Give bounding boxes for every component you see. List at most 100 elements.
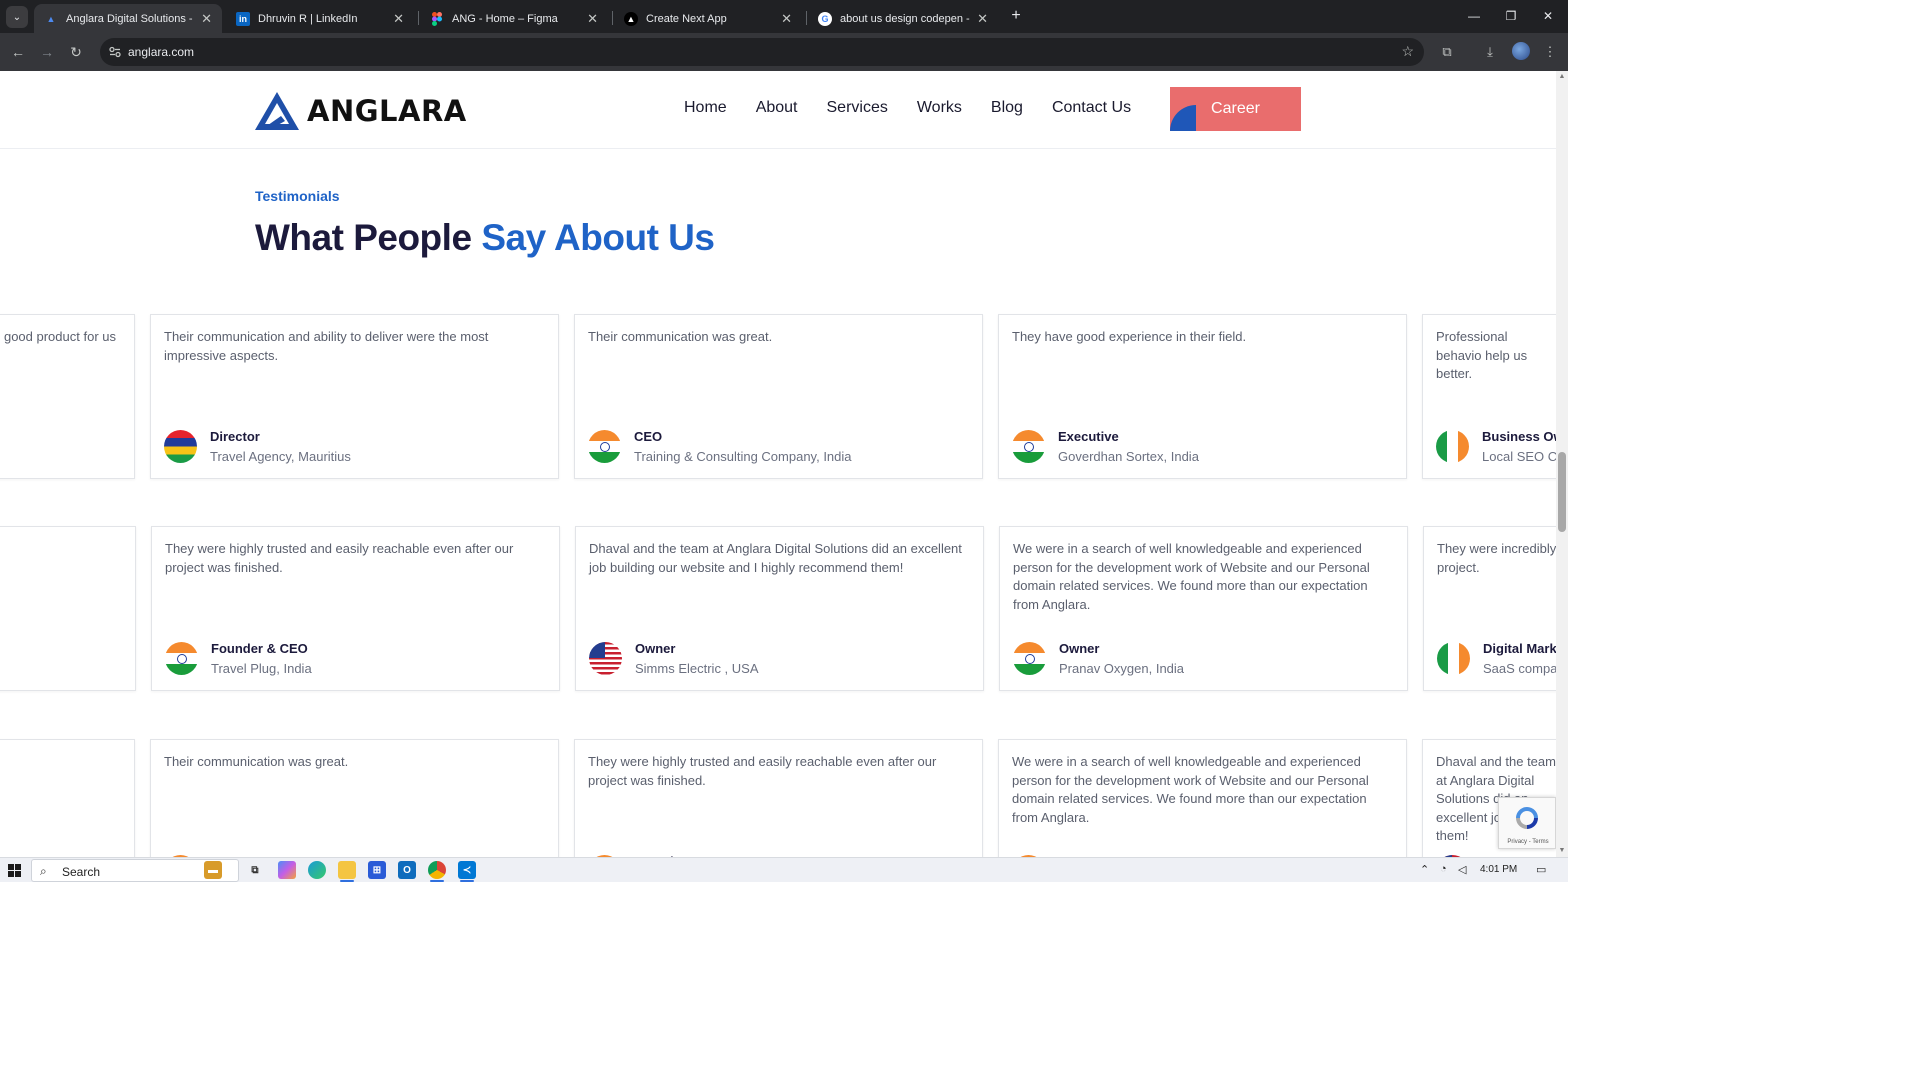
testimonial-quote: Their communication and ability to deliv… [164, 329, 489, 363]
testimonial-quote: They were highly trusted and easily reac… [165, 541, 514, 575]
testimonial-company: Training & Consulting Company, India [634, 449, 852, 464]
profile-avatar[interactable] [1512, 42, 1530, 60]
recaptcha-badge[interactable]: Privacy - Terms [1498, 797, 1556, 849]
search-icon: ⌕ [40, 864, 47, 878]
testimonial-card: They were highly trusted and easily reac… [151, 526, 560, 691]
tab-figma[interactable]: ANG - Home – Figma ✕ [420, 4, 608, 33]
nav-blog[interactable]: Blog [991, 99, 1023, 117]
recaptcha-icon [1516, 807, 1538, 829]
close-icon[interactable]: ✕ [587, 11, 598, 27]
testimonial-card: ia [0, 526, 136, 691]
testimonial-card: Dhaval and the team at Anglara Digital S… [575, 526, 984, 691]
nav-home[interactable]: Home [684, 99, 727, 117]
close-icon[interactable]: ✕ [781, 11, 792, 27]
chevron-up-icon[interactable]: ⌃ [1420, 863, 1429, 876]
briefcase-icon[interactable]: ▬ [204, 861, 222, 879]
volume-icon[interactable]: ◁ [1458, 863, 1466, 876]
section-headline: What People Say About Us [255, 217, 715, 259]
nav-works[interactable]: Works [917, 99, 962, 117]
tab-title: about us design codepen - Goo [840, 12, 971, 25]
close-icon[interactable]: ✕ [977, 11, 988, 27]
tab-google[interactable]: G about us design codepen - Goo ✕ [808, 4, 998, 33]
close-icon[interactable]: ✕ [201, 11, 212, 27]
close-window-button[interactable]: ✕ [1536, 6, 1560, 26]
reload-button[interactable]: ↻ [65, 41, 87, 63]
chrome-icon[interactable] [428, 861, 446, 879]
figma-icon [430, 11, 444, 26]
page-scrollbar[interactable]: ▲ ▼ [1556, 71, 1568, 857]
india-flag-icon [588, 430, 621, 463]
microsoft-store-icon[interactable]: ⊞ [368, 861, 386, 879]
nav-services[interactable]: Services [827, 99, 888, 117]
forward-button[interactable]: → [36, 41, 58, 63]
testimonial-role: CEO [634, 429, 663, 444]
active-indicator [460, 880, 474, 882]
testimonial-card: Their communication was great. CEO [150, 739, 559, 857]
vscode-icon[interactable]: ≺ [458, 861, 476, 879]
wifi-icon[interactable]: ◔ [1440, 863, 1447, 875]
downloads-icon[interactable]: ⤓ [1480, 42, 1500, 62]
site-info-icon[interactable] [108, 45, 122, 59]
testimonial-card: We were in a search of well knowledgeabl… [998, 739, 1407, 857]
close-icon[interactable]: ✕ [393, 11, 404, 27]
address-bar[interactable]: anglara.com ☆ [100, 38, 1424, 66]
section-eyebrow: Testimonials [255, 188, 340, 204]
notifications-icon[interactable]: ▭ [1536, 863, 1546, 876]
nextjs-icon: ▲ [624, 11, 638, 26]
task-view-icon[interactable]: ⧉ [246, 861, 264, 879]
extensions-icon[interactable]: ⧉ [1437, 42, 1457, 62]
system-clock[interactable]: 4:01 PM [1480, 864, 1517, 875]
testimonial-card: Their communication and ability to deliv… [150, 314, 559, 479]
tab-separator [806, 11, 807, 25]
tab-linkedin[interactable]: in Dhruvin R | LinkedIn ✕ [226, 4, 414, 33]
testimonial-role: Business Ow [1482, 429, 1564, 444]
tab-anglara[interactable]: ▲ Anglara Digital Solutions - Web ✕ [34, 4, 222, 33]
tab-title: Create Next App [646, 12, 727, 25]
copilot-icon[interactable] [278, 861, 296, 879]
testimonial-card: They have good experience in their field… [998, 314, 1407, 479]
career-label: Career [1211, 100, 1260, 117]
testimonial-quote: We were in a search of well knowledgeabl… [1013, 541, 1370, 612]
windows-start-icon[interactable] [8, 864, 21, 877]
google-icon: G [818, 11, 832, 26]
back-button[interactable]: ← [7, 41, 29, 63]
testimonial-card: They were highly trusted and easily reac… [574, 739, 983, 857]
edge-icon[interactable] [308, 861, 326, 879]
restore-button[interactable]: ❐ [1499, 6, 1523, 26]
nav-about[interactable]: About [756, 99, 798, 117]
india-flag-icon [1013, 642, 1046, 675]
anglara-logo-icon [255, 92, 299, 130]
site-logo[interactable]: ANGLARA [255, 89, 467, 133]
testimonial-quote: We were in a search of well knowledgeabl… [1012, 754, 1369, 825]
recaptcha-links[interactable]: Privacy - Terms [1501, 839, 1555, 845]
testimonial-card: They were incredibly project. Digital Ma… [1423, 526, 1568, 691]
testimonial-quote: Professional behavio help us better. [1436, 329, 1528, 381]
scroll-down-icon[interactable]: ▼ [1558, 847, 1566, 855]
india-flag-icon [165, 642, 198, 675]
testimonial-company: Goverdhan Sortex, India [1058, 449, 1199, 464]
anglara-favicon-icon: ▲ [46, 13, 56, 24]
browser-tabstrip: ⌄ ▲ Anglara Digital Solutions - Web ✕ in… [0, 0, 1568, 33]
minimize-button[interactable]: — [1462, 6, 1486, 26]
tab-search-button[interactable]: ⌄ [6, 6, 28, 28]
browser-menu-icon[interactable]: ⋮ [1540, 42, 1560, 62]
file-explorer-icon[interactable] [338, 861, 356, 879]
testimonial-quote: They were highly trusted and easily reac… [588, 754, 937, 788]
main-nav: Home About Services Works Blog Contact U… [684, 99, 1160, 117]
new-tab-button[interactable]: + [1006, 6, 1026, 26]
outlook-icon[interactable]: O [398, 861, 416, 879]
testimonial-role: Owner [635, 641, 676, 656]
nav-contact-us[interactable]: Contact Us [1052, 99, 1131, 117]
scroll-up-icon[interactable]: ▲ [1558, 73, 1566, 81]
taskbar-search[interactable]: ⌕ Search ▬ [31, 859, 239, 882]
career-button[interactable]: Career [1170, 87, 1301, 131]
testimonial-role: Director [210, 429, 260, 444]
page-viewport: ANGLARA Home About Services Works Blog C… [0, 71, 1568, 857]
tab-nextjs[interactable]: ▲ Create Next App ✕ [614, 4, 802, 33]
bookmark-star-icon[interactable]: ☆ [1401, 43, 1414, 60]
testimonial-quote: Dhaval and the team at Anglara Digital S… [589, 541, 962, 575]
scrollbar-thumb[interactable] [1558, 452, 1566, 532]
career-decoration [1170, 105, 1196, 131]
ireland-flag-icon [1437, 642, 1470, 675]
windows-taskbar: ⌕ Search ▬ ⧉ ⊞ O ≺ ⌃ ◔ ◁ 4:01 PM ▭ [0, 857, 1568, 882]
